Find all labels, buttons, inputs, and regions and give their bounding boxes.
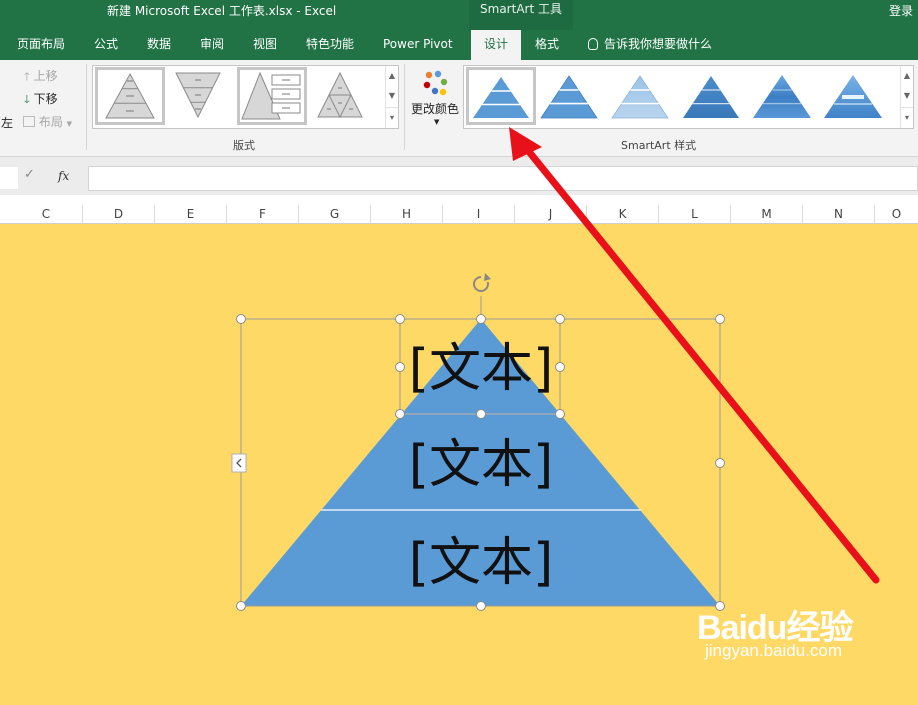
pyramid-text-top[interactable]: [文本] bbox=[409, 339, 554, 399]
pyramid-text-bottom[interactable]: [文本] bbox=[409, 533, 554, 593]
watermark-sub: jingyan.baidu.com bbox=[705, 641, 843, 660]
baidu-watermark: Baidu经验 jingyan.baidu.com bbox=[697, 600, 853, 660]
rotate-handle-icon[interactable] bbox=[473, 273, 491, 292]
text-pane-toggle[interactable] bbox=[231, 453, 247, 473]
pyramid-text-middle[interactable]: [文本] bbox=[409, 435, 554, 495]
